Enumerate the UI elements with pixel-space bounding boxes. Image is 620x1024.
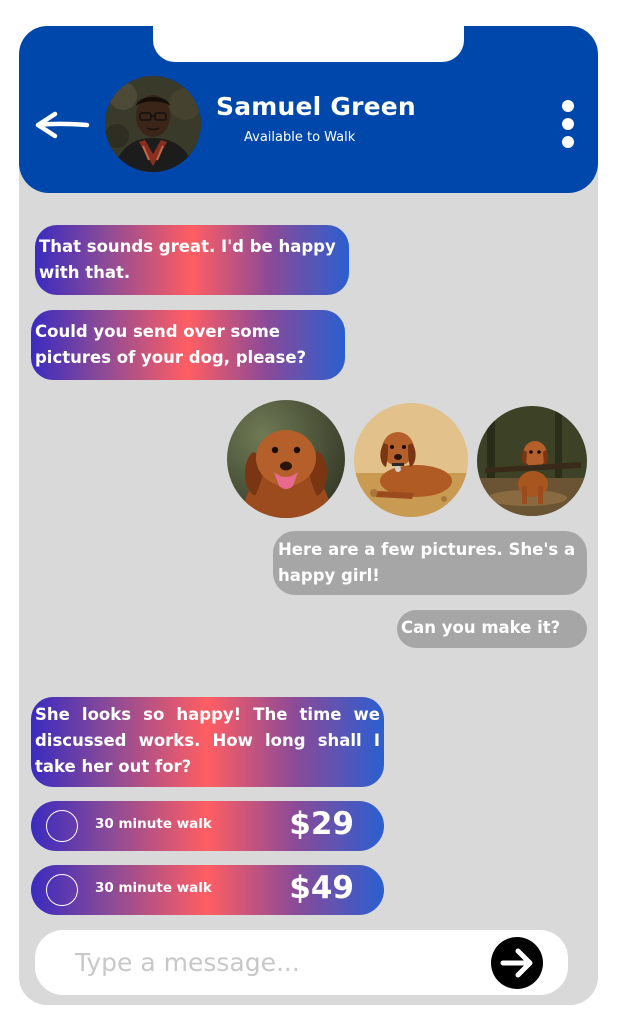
- message-outgoing: Can you make it?: [397, 610, 587, 648]
- walk-option-label: 30 minute walk: [95, 816, 212, 832]
- dog-photo-smiling[interactable]: [227, 400, 345, 518]
- send-button[interactable]: [491, 937, 543, 989]
- message-text: Here are a few pictures. She's a happy g…: [278, 540, 576, 585]
- radio-button[interactable]: [46, 874, 78, 906]
- radio-button[interactable]: [46, 810, 78, 842]
- avatar-image: [105, 76, 201, 172]
- message-text: Could you send over some pictures of you…: [35, 322, 307, 367]
- message-text: That sounds great. I'd be happy with tha…: [39, 237, 336, 282]
- chat-screen: Samuel Green Available to Walk That soun…: [19, 26, 598, 1005]
- chat-header: Samuel Green Available to Walk: [19, 26, 598, 193]
- message-text: Can you make it?: [401, 618, 561, 637]
- device-notch: [153, 26, 464, 62]
- message-incoming: That sounds great. I'd be happy with tha…: [35, 225, 349, 295]
- contact-status: Available to Walk: [244, 130, 356, 145]
- message-outgoing: Here are a few pictures. She's a happy g…: [273, 531, 587, 595]
- walk-option-price: $49: [289, 870, 354, 906]
- message-input[interactable]: [75, 942, 475, 982]
- arrow-left-icon[interactable]: [33, 110, 91, 140]
- dog-photo-stick[interactable]: [477, 406, 587, 516]
- message-composer: [35, 930, 568, 995]
- dog-photo-lying[interactable]: [354, 403, 468, 517]
- contact-name: Samuel Green: [216, 92, 416, 121]
- walk-option[interactable]: 30 minute walk $29: [31, 801, 384, 851]
- walk-option-label: 30 minute walk: [95, 880, 212, 896]
- walk-option-price: $29: [289, 806, 354, 842]
- message-incoming: Could you send over some pictures of you…: [31, 310, 345, 380]
- more-vertical-icon[interactable]: [555, 100, 581, 150]
- arrow-right-icon: [500, 948, 533, 978]
- avatar[interactable]: [105, 76, 201, 172]
- message-text: She looks so happy! The time we discusse…: [35, 705, 380, 776]
- walk-option[interactable]: 30 minute walk $49: [31, 865, 384, 915]
- message-incoming: She looks so happy! The time we discusse…: [31, 697, 384, 787]
